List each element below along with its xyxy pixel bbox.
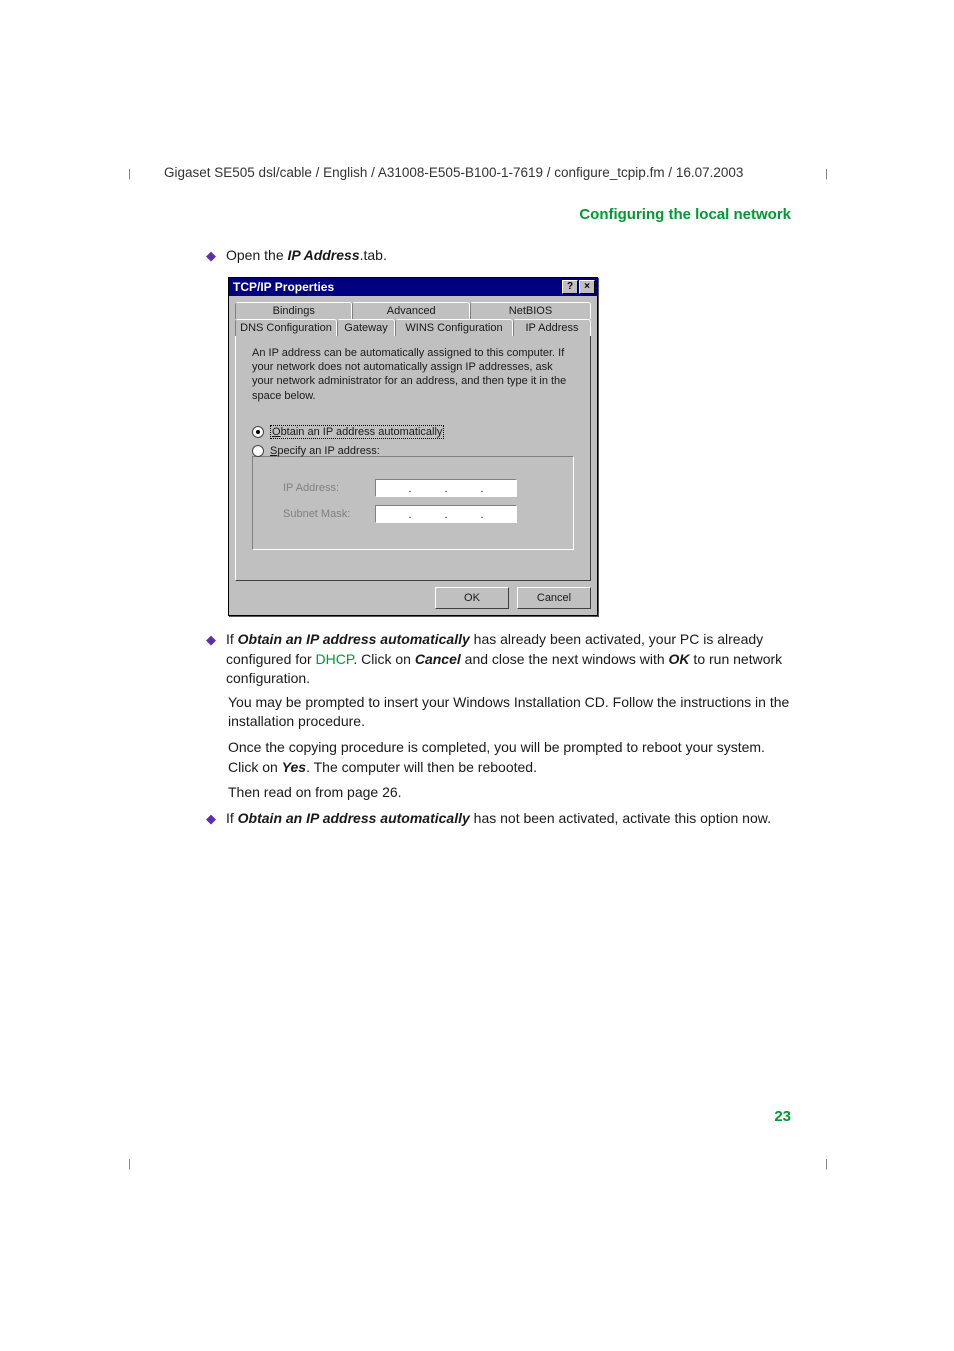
tab-ip-address[interactable]: IP Address xyxy=(513,319,591,336)
tcpip-properties-dialog: TCP/IP Properties ? × Bindings Advanced … xyxy=(228,277,598,616)
diamond-bullet-icon: ◆ xyxy=(206,630,216,651)
para-cd-prompt: You may be prompted to insert your Windo… xyxy=(228,693,792,732)
bullet-open-ip-tab: ◆ Open the IP Address.tab. xyxy=(206,246,792,267)
text: . The computer will then be rebooted. xyxy=(306,759,537,775)
header-path: Gigaset SE505 dsl/cable / English / A310… xyxy=(164,165,743,180)
tab-panel-ip-address: An IP address can be automatically assig… xyxy=(235,335,591,581)
bullet-text: If Obtain an IP address automatically ha… xyxy=(226,809,792,829)
crop-mark: | xyxy=(825,1158,828,1170)
subnet-mask-row: Subnet Mask: ... xyxy=(283,505,563,523)
bullet-text: Open the IP Address.tab. xyxy=(226,246,792,266)
crop-mark: | xyxy=(128,1158,131,1170)
diamond-bullet-icon: ◆ xyxy=(206,246,216,267)
dialog-buttons: OK Cancel xyxy=(229,581,597,615)
link-dhcp[interactable]: DHCP xyxy=(316,651,354,667)
tab-wins-configuration[interactable]: WINS Configuration xyxy=(395,319,513,336)
crop-mark: | xyxy=(825,168,828,180)
ok-button[interactable]: OK xyxy=(435,587,509,609)
titlebar-buttons: ? × xyxy=(562,280,595,294)
bullet-if-activated: ◆ If Obtain an IP address automatically … xyxy=(206,630,792,689)
page-content: ◆ Open the IP Address.tab. TCP/IP Proper… xyxy=(206,246,792,834)
tab-netbios[interactable]: NetBIOS xyxy=(470,302,591,319)
text: . Click on xyxy=(353,651,414,667)
ip-address-input[interactable]: ... xyxy=(375,479,517,497)
tabs: Bindings Advanced NetBIOS DNS Configurat… xyxy=(229,296,597,581)
cancel-button[interactable]: Cancel xyxy=(517,587,591,609)
subnet-mask-label: Subnet Mask: xyxy=(283,508,361,520)
radio-icon-unselected xyxy=(252,445,264,457)
ip-address-label: IP Address: xyxy=(283,482,361,494)
tab-bindings[interactable]: Bindings xyxy=(235,302,352,319)
subnet-mask-input[interactable]: ... xyxy=(375,505,517,523)
bullet-text: If Obtain an IP address automatically ha… xyxy=(226,630,792,689)
specify-group: IP Address: ... Subnet Mask: ... xyxy=(252,456,574,550)
crop-mark: | xyxy=(128,168,131,180)
diamond-bullet-icon: ◆ xyxy=(206,809,216,830)
bold-cancel: Cancel xyxy=(415,651,461,667)
help-button[interactable]: ? xyxy=(562,280,578,294)
close-button[interactable]: × xyxy=(579,280,595,294)
radio-icon-selected xyxy=(252,426,264,438)
text: If xyxy=(226,810,238,826)
radio-obtain-auto[interactable]: Obtain an IP address automatically xyxy=(252,425,574,439)
text: If xyxy=(226,631,238,647)
bold-ip-address: IP Address xyxy=(288,247,360,263)
bold-yes: Yes xyxy=(282,759,306,775)
tab-advanced[interactable]: Advanced xyxy=(352,302,469,319)
radio-label-auto: Obtain an IP address automatically xyxy=(270,425,444,439)
para-reboot: Once the copying procedure is completed,… xyxy=(228,738,792,777)
text: .tab. xyxy=(360,247,387,263)
page-number: 23 xyxy=(774,1108,791,1125)
tab-gateway[interactable]: Gateway xyxy=(337,319,395,336)
panel-description: An IP address can be automatically assig… xyxy=(252,346,574,403)
dialog-titlebar: TCP/IP Properties ? × xyxy=(229,278,597,296)
radio-label-specify: Specify an IP address: xyxy=(270,445,380,457)
ip-address-row: IP Address: ... xyxy=(283,479,563,497)
dialog-title: TCP/IP Properties xyxy=(233,280,334,294)
bold-obtain-auto: Obtain an IP address automatically xyxy=(238,810,470,826)
text: has not been activated, activate this op… xyxy=(470,810,771,826)
text: and close the next windows with xyxy=(461,651,669,667)
bold-obtain-auto: Obtain an IP address automatically xyxy=(238,631,470,647)
tab-dns-configuration[interactable]: DNS Configuration xyxy=(235,319,337,336)
section-title: Configuring the local network xyxy=(579,206,791,223)
para-then-read: Then read on from page 26. xyxy=(228,783,792,803)
bullet-if-not-activated: ◆ If Obtain an IP address automatically … xyxy=(206,809,792,830)
text: Open the xyxy=(226,247,288,263)
bold-ok: OK xyxy=(669,651,690,667)
